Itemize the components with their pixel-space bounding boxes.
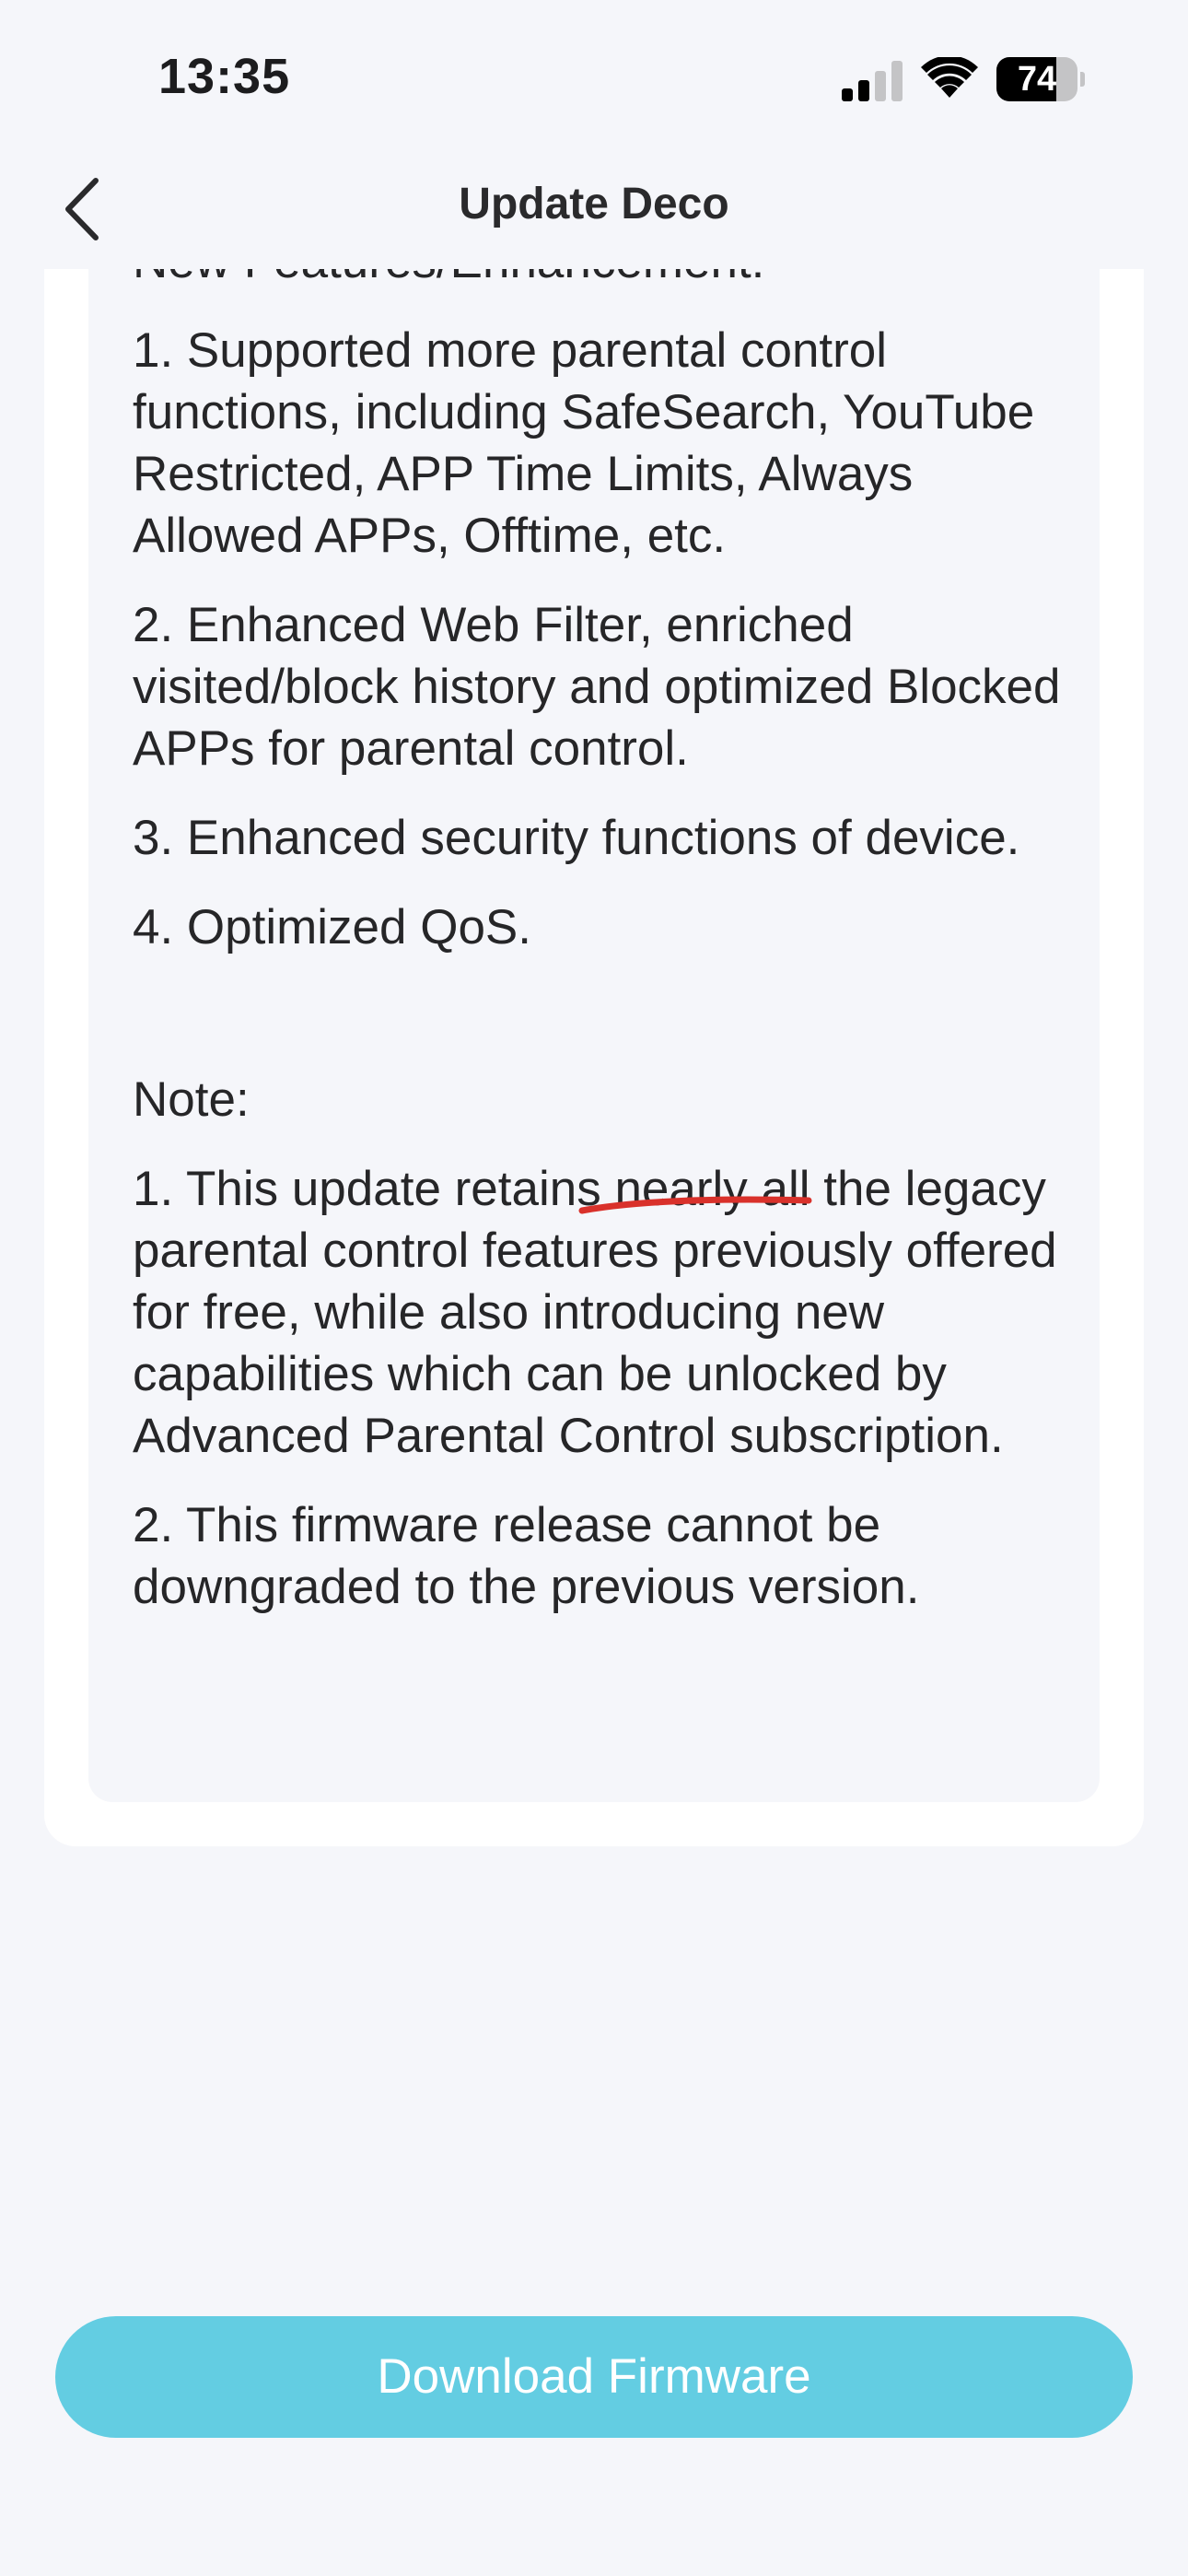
note-heading: Note:	[133, 1072, 250, 1127]
navigation-bar: Update Deco	[0, 138, 1188, 269]
battery-level: 74	[1017, 60, 1057, 99]
status-time: 13:35	[158, 49, 291, 104]
note-item: 2. This firmware release cannot be downg…	[133, 1498, 920, 1614]
feature-item: 2. Enhanced Web Filter, enriched visited…	[133, 598, 1061, 776]
cellular-signal-icon	[842, 61, 903, 101]
note-item: 1. This update retains nearly all the le…	[133, 1162, 1057, 1463]
download-firmware-button[interactable]: Download Firmware	[55, 2316, 1133, 2438]
wifi-icon	[921, 57, 978, 98]
page-title: Update Deco	[459, 180, 729, 228]
feature-item: 4. Optimized QoS.	[133, 900, 532, 954]
release-notes-text: New Features/Enhancement: 1. Supported m…	[133, 269, 1081, 1645]
release-notes-box[interactable]: New Features/Enhancement: 1. Supported m…	[88, 269, 1100, 1802]
feature-item: 3. Enhanced security functions of device…	[133, 811, 1020, 865]
features-heading: New Features/Enhancement:	[133, 269, 1081, 292]
feature-item: 1. Supported more parental control funct…	[133, 323, 1035, 563]
status-bar: 13:35 74	[0, 0, 1188, 138]
release-notes-card: New Features/Enhancement: 1. Supported m…	[44, 269, 1144, 1846]
battery-icon: 74	[996, 57, 1085, 101]
